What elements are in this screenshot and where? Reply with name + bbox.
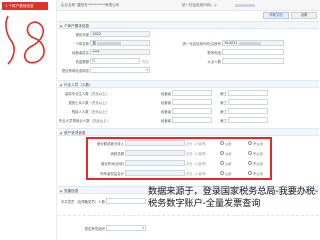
no-publish-label: 不公示 [253, 142, 263, 146]
person-row-label: 失业人员再就业人数（万元以上） [59, 119, 110, 123]
handwritten-scribble [5, 15, 45, 65]
section-title-party: 党建信息 [64, 188, 79, 193]
person-row-mid-label: 经营者 [160, 119, 171, 123]
no-publish-radio[interactable] [248, 141, 252, 145]
no-publish-label: 不公示 [253, 172, 263, 176]
person-row-right-label: 雇工 [220, 119, 227, 123]
field-label-phone: 联系电话 [207, 51, 221, 55]
party-org-select[interactable] [106, 225, 146, 231]
person-row-right-input[interactable] [228, 117, 268, 123]
capital-amount-input[interactable]: 0 [90, 58, 140, 64]
chevron-down-icon [59, 83, 63, 86]
person-row-right-label: 雇工 [220, 101, 227, 105]
field-label-website: 是否有网站或网店 [61, 69, 89, 73]
person-row-mid-input[interactable] [172, 117, 212, 123]
publish-radio[interactable] [220, 171, 224, 175]
field-label-year: 报告年度 [75, 33, 89, 37]
company-name-label: 企业名称： [61, 3, 79, 7]
capital-unit: 万元 [142, 60, 149, 64]
help-document-button[interactable]: 帮助文档 [263, 12, 289, 19]
business-name-field: 襄 [90, 40, 150, 46]
person-row-label: 退役士兵人数（万元以上） [68, 101, 109, 105]
person-row-right-label: 雇工 [220, 92, 227, 96]
publish-radio[interactable] [220, 161, 224, 165]
asset-unit: 万元（人民币） [186, 172, 209, 176]
field-label-credit: 统一社会信用代码/注册号 [182, 42, 221, 46]
no-publish-radio[interactable] [248, 151, 252, 155]
operator-name-field: **** [90, 49, 150, 55]
publish-radio[interactable] [220, 151, 224, 155]
person-row-right-input[interactable] [228, 90, 268, 96]
field-label-employees: 从业人数 [207, 60, 221, 64]
phone-input[interactable] [222, 49, 284, 55]
section-header-basic[interactable]: 个体户基本信息 [58, 21, 319, 29]
asset-row-label: 营业利润(必填) [101, 162, 124, 166]
section-header-person[interactable]: 行业人员（人数） [58, 80, 319, 88]
asset-unit: 万元（人民币） [186, 162, 209, 166]
watermark-caption: 数据来源于，登录国家税务总局-我要办税- 税务数字账户-全量发票查询 [148, 186, 320, 210]
person-row-mid-input[interactable] [172, 108, 212, 114]
asset-unit: 万元（人民币） [186, 142, 209, 146]
asset-row-label: 纳税总额 [110, 152, 124, 156]
profit-input[interactable] [125, 160, 185, 166]
person-row-mid-input[interactable] [172, 90, 212, 96]
top-bar: 企业名称： 襄阳市**********有限公司 统一社会信用代码(...): [57, 0, 320, 11]
divider [58, 215, 319, 216]
report-year-field: 2022 [90, 31, 150, 37]
person-row-right-input[interactable] [228, 99, 268, 105]
asset-row-label: 所有者权益合计 [100, 172, 124, 176]
company-name-value: 襄阳市**********有限公司 [77, 3, 119, 7]
publish-label: 公示 [225, 172, 232, 176]
asset-unit: 万元（人民币） [186, 152, 209, 156]
no-publish-label: 不公示 [253, 162, 263, 166]
chevron-down-icon [59, 24, 63, 27]
person-row-mid-label: 经营者 [160, 110, 171, 114]
section-header-assets[interactable]: 资产状况信息 [58, 128, 319, 136]
person-row-mid-input[interactable] [172, 99, 212, 105]
person-row-right-label: 雇工 [220, 110, 227, 114]
party-member-input[interactable] [106, 198, 146, 204]
person-row-mid-label: 经营者 [160, 92, 171, 96]
watermark-line-2: 税务数字账户-全量发票查询 [148, 198, 261, 209]
website-select[interactable] [90, 67, 150, 73]
chevron-down-icon [59, 131, 63, 134]
employee-count-input[interactable] [222, 58, 284, 64]
no-publish-radio[interactable] [248, 171, 252, 175]
watermark-line-1: 数据来源于，登录国家税务总局-我要办税- [148, 186, 319, 197]
field-label-name: 个体名称 [75, 42, 89, 46]
person-row-label: 残疾人人数（万元以上） [71, 110, 109, 114]
person-row-mid-label: 经营者 [160, 101, 171, 105]
no-publish-label: 不公示 [253, 152, 263, 156]
person-row-label: 高校毕业生人数（万元以上） [64, 92, 109, 96]
step-tab-basic-info[interactable]: 1.个体户基础信息 [2, 2, 48, 10]
credit-code-label: 统一社会信用代码(...): [182, 3, 218, 7]
field-label-capital: 资金数额 [75, 60, 89, 64]
left-panel: 1.个体户基础信息 [0, 0, 57, 240]
no-publish-radio[interactable] [248, 161, 252, 165]
equity-input[interactable] [125, 170, 185, 176]
section-title-assets: 资产状况信息 [64, 130, 86, 135]
chevron-down-icon [59, 189, 63, 192]
publish-radio[interactable] [220, 141, 224, 145]
settings-button[interactable]: 设置 [291, 12, 317, 19]
publish-label: 公示 [225, 142, 232, 146]
section-title-person: 行业人员（人数） [64, 82, 93, 87]
person-row-right-input[interactable] [228, 108, 268, 114]
party-row-label: 是否有党组织 [84, 227, 105, 231]
revenue-input[interactable] [125, 140, 185, 146]
publish-label: 公示 [225, 152, 232, 156]
tax-total-input[interactable] [125, 150, 185, 156]
asset-row-label: 营业额或营业收入 [96, 142, 124, 146]
credit-code-field: 914211 [222, 40, 284, 46]
party-row-label: 中共党员（含预备党员）人数 [60, 200, 105, 204]
field-label-operator: 经营者姓名 [72, 51, 89, 55]
credit-code-value [235, 3, 255, 7]
publish-label: 公示 [225, 162, 232, 166]
section-title-basic: 个体户基本信息 [64, 23, 90, 28]
